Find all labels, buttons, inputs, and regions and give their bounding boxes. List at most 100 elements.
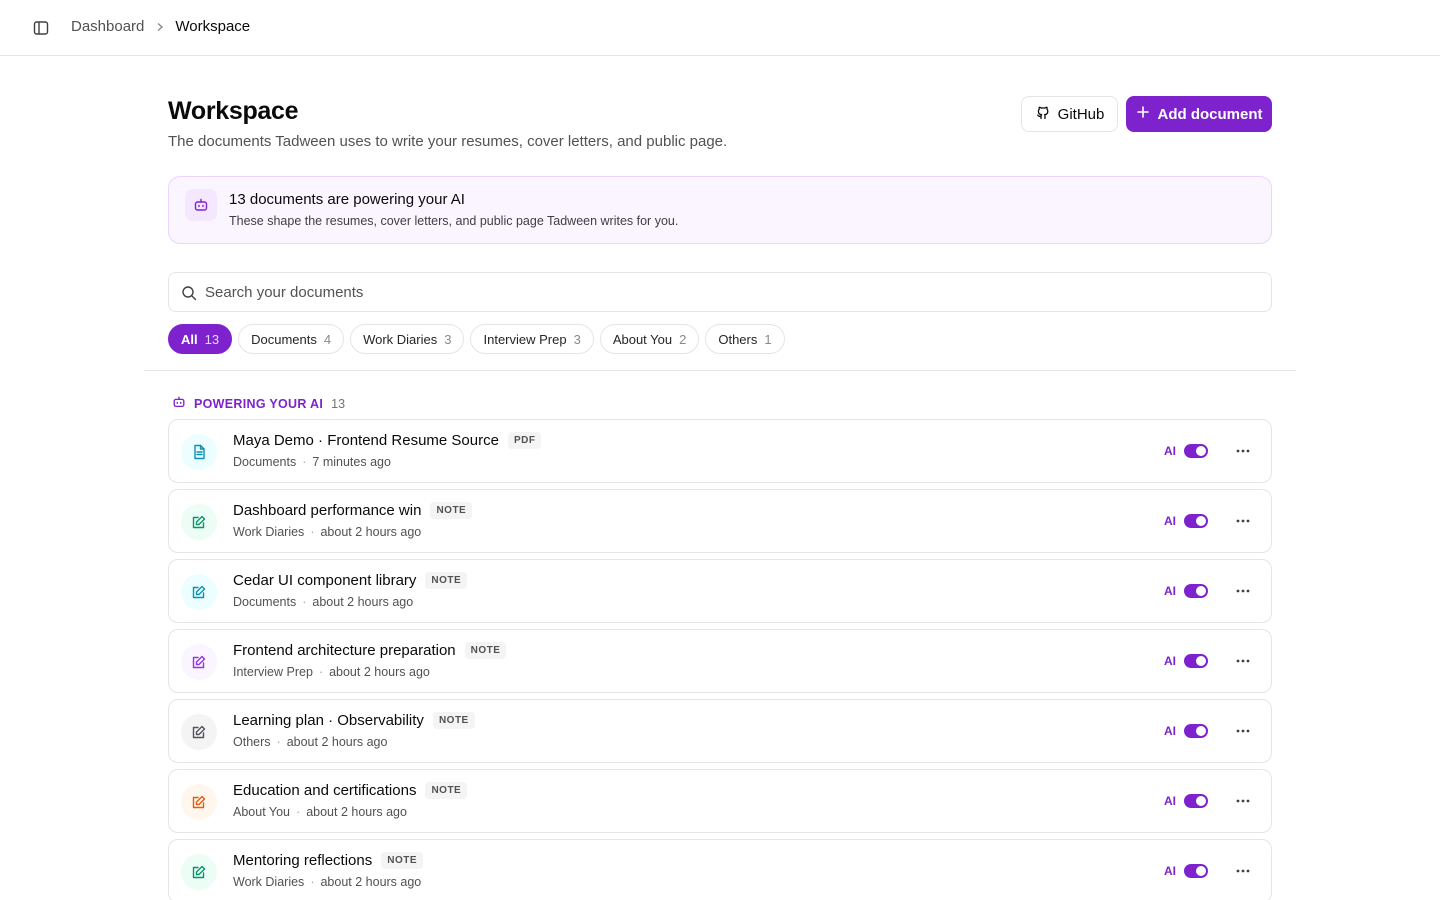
bot-icon: [185, 189, 217, 221]
document-row[interactable]: Cedar UI component library NOTE Documents ·…: [168, 559, 1272, 623]
ai-toggle[interactable]: [1184, 584, 1208, 598]
document-type-badge: NOTE: [425, 572, 468, 589]
meta-separator: ·: [276, 735, 281, 749]
document-row[interactable]: Dashboard performance win NOTE Work Diarie…: [168, 489, 1272, 553]
filter-chips: All 13 Documents 4 Work Diaries 3 Interv…: [168, 324, 785, 354]
sidebar-toggle-icon[interactable]: [30, 17, 52, 39]
document-timestamp: about 2 hours ago: [320, 875, 422, 889]
document-timestamp: about 2 hours ago: [306, 805, 407, 819]
banner-text: These shape the resumes, cover letters, …: [229, 214, 679, 228]
filter-chip-all[interactable]: All 13: [168, 324, 233, 354]
document-meta: Documents · 7 minutes ago: [233, 455, 391, 469]
search-icon: [181, 285, 197, 301]
filter-chip-interview-prep[interactable]: Interview Prep 3: [470, 324, 594, 354]
document-title-group: Cedar UI component library NOTE: [233, 572, 468, 589]
file-text-icon: [181, 434, 217, 470]
ai-toggle-label: AI: [1164, 794, 1176, 808]
document-title: Dashboard performance win: [233, 502, 422, 519]
document-type-badge: PDF: [507, 432, 542, 449]
ai-toggle[interactable]: [1184, 444, 1208, 458]
pencil-square-icon: [181, 714, 217, 750]
filter-chip-others[interactable]: Others 1: [705, 324, 785, 354]
document-type-badge: NOTE: [430, 502, 473, 519]
ai-toggle[interactable]: [1184, 724, 1208, 738]
document-category: Documents: [233, 455, 297, 469]
ai-toggle[interactable]: [1184, 794, 1208, 808]
document-row[interactable]: Frontend architecture preparation NOTE Int…: [168, 629, 1272, 693]
meta-separator: ·: [296, 805, 301, 819]
section-label: POWERING YOUR AI: [194, 396, 324, 411]
github-button[interactable]: GitHub: [1021, 96, 1118, 132]
document-title: Learning plan · Observability: [233, 712, 424, 729]
document-title-group: Dashboard performance win NOTE: [233, 502, 473, 519]
ai-toggle-label: AI: [1164, 444, 1176, 458]
plus-icon: [1136, 105, 1150, 123]
document-row[interactable]: Education and certifications NOTE About Yo…: [168, 769, 1272, 833]
filter-chip-documents[interactable]: Documents 4: [238, 324, 345, 354]
document-timestamp: about 2 hours ago: [312, 595, 414, 609]
document-timestamp: about 2 hours ago: [329, 665, 430, 679]
more-options-icon[interactable]: [1231, 440, 1255, 462]
search-input[interactable]: [205, 273, 1265, 311]
filter-chip-count: 2: [679, 331, 687, 347]
add-document-button[interactable]: Add document: [1126, 96, 1272, 132]
document-meta: Others · about 2 hours ago: [233, 735, 387, 749]
document-row[interactable]: Mentoring reflections NOTE Work Diaries · ab…: [168, 839, 1272, 900]
filter-chip-about-you[interactable]: About You 2: [599, 324, 700, 354]
document-meta: Documents · about 2 hours ago: [233, 595, 413, 609]
document-type-badge: NOTE: [464, 642, 507, 659]
document-type-badge: NOTE: [432, 712, 475, 729]
filter-chip-count: 1: [764, 331, 772, 347]
ai-toggle[interactable]: [1184, 654, 1208, 668]
more-options-icon[interactable]: [1231, 510, 1255, 532]
meta-separator: ·: [318, 665, 324, 679]
document-meta: Work Diaries · about 2 hours ago: [233, 525, 421, 539]
meta-separator: ·: [310, 875, 315, 889]
filter-chip-label: About You: [612, 331, 673, 347]
document-category: Work Diaries: [233, 525, 305, 539]
document-row[interactable]: Maya Demo · Frontend Resume Source PDF Doc…: [168, 419, 1272, 483]
top-bar: Dashboard Workspace: [0, 0, 1440, 56]
banner-title: 13 documents are powering your AI: [229, 191, 465, 208]
bot-icon: [172, 395, 186, 412]
filter-chip-work-diaries[interactable]: Work Diaries 3: [350, 324, 465, 354]
ai-toggle[interactable]: [1184, 864, 1208, 878]
section-divider: [144, 370, 1296, 371]
filter-chip-label: All: [181, 331, 198, 347]
page-title: Workspace: [168, 97, 299, 125]
meta-separator: ·: [310, 525, 315, 539]
filter-chip-label: Others: [718, 331, 758, 347]
document-timestamp: 7 minutes ago: [312, 455, 391, 469]
document-meta: About You · about 2 hours ago: [233, 805, 407, 819]
pencil-square-icon: [181, 504, 217, 540]
meta-separator: ·: [302, 455, 307, 469]
filter-chip-count: 3: [573, 331, 581, 347]
ai-toggle-label: AI: [1164, 654, 1176, 668]
filter-chip-count: 4: [323, 331, 332, 347]
pencil-square-icon: [181, 574, 217, 610]
document-title: Education and certifications: [233, 782, 417, 799]
document-title-group: Frontend architecture preparation NOTE: [233, 642, 507, 659]
document-category: Interview Prep: [233, 665, 313, 679]
document-category: About You: [233, 805, 291, 819]
filter-chip-count: 3: [444, 331, 452, 347]
more-options-icon[interactable]: [1231, 580, 1255, 602]
search-box: [168, 272, 1272, 312]
pencil-square-icon: [181, 784, 217, 820]
more-options-icon[interactable]: [1231, 790, 1255, 812]
page-subtitle: The documents Tadween uses to write your…: [168, 133, 728, 150]
document-title-group: Mentoring reflections NOTE: [233, 852, 424, 869]
filter-chip-count: 13: [204, 331, 220, 347]
more-options-icon[interactable]: [1231, 860, 1255, 882]
document-row[interactable]: Learning plan · Observability NOTE Others ·…: [168, 699, 1272, 763]
github-button-label: GitHub: [1057, 105, 1105, 123]
document-category: Documents: [233, 595, 297, 609]
document-timestamp: about 2 hours ago: [286, 735, 388, 749]
filter-chip-label: Documents: [251, 331, 317, 347]
chevron-right-icon: [155, 22, 165, 32]
ai-toggle[interactable]: [1184, 514, 1208, 528]
breadcrumb-dashboard-link[interactable]: Dashboard: [71, 18, 144, 35]
filter-chip-label: Interview Prep: [483, 331, 567, 347]
more-options-icon[interactable]: [1231, 720, 1255, 742]
more-options-icon[interactable]: [1231, 650, 1255, 672]
